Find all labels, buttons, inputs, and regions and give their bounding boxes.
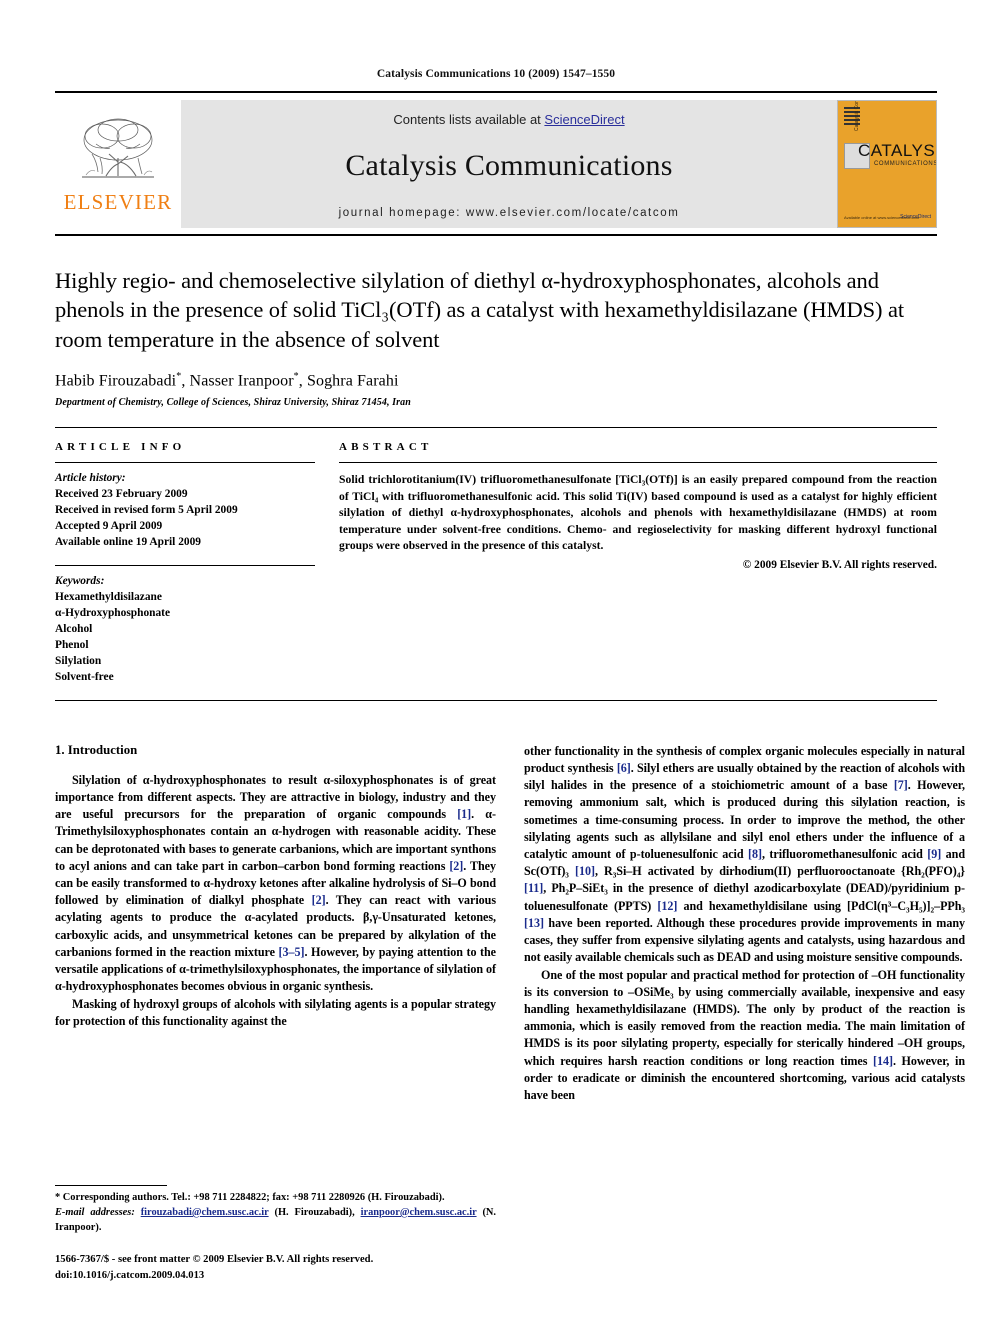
cover-vertical-text: Catalysis Communications [854,100,860,131]
footnote-rule [55,1184,167,1186]
history-item: Available online 19 April 2009 [55,535,201,548]
page-title: Highly regio- and chemoselective silylat… [55,268,904,352]
title-block: Highly regio- and chemoselective silylat… [55,236,937,408]
journal-band: Contents lists available at ScienceDirec… [181,100,837,228]
email-link-firouzabadi[interactable]: firouzabadi@chem.susc.ac.ir [141,1207,269,1218]
corresponding-author-note: * Corresponding authors. Tel.: +98 711 2… [55,1191,445,1203]
paragraph: other functionality in the synthesis of … [524,743,965,965]
section-heading-introduction: 1. Introduction [55,742,138,757]
history-item: Received 23 February 2009 [55,488,188,501]
imprint-block: 1566-7367/$ - see front matter © 2009 El… [55,1252,496,1283]
article-info-rule [55,462,315,464]
journal-homepage[interactable]: journal homepage: www.elsevier.com/locat… [339,207,680,219]
journal-masthead: ELSEVIER Contents lists available at Sci… [55,100,937,228]
cover-sub-title: COMMUNICATIONS [874,161,937,167]
email-note: E-mail addresses: firouzabadi@chem.susc.… [55,1206,496,1236]
article-history-label: Article history: [55,472,126,485]
journal-title: Catalysis Communications [345,149,673,182]
header-rule [55,91,937,93]
keywords-rule [55,564,315,566]
history-item: Accepted 9 April 2009 [55,519,163,532]
keyword-item: Silylation [55,654,102,667]
paragraph: Silylation of α-hydroxyphosphonates to r… [55,772,496,994]
cover-sciencedirect-mark: ScienceDirect [900,213,931,220]
history-item: Received in revised form 5 April 2009 [55,504,238,517]
affiliation: Department of Chemistry, College of Scie… [55,397,411,409]
journal-cover-thumbnail[interactable]: Catalysis Communications CATALYSIS COMMU… [837,100,937,228]
email-owner-1: (H. Firouzabadi), [274,1206,355,1218]
paragraph: Masking of hydroxyl groups of alcohols w… [55,996,496,1028]
info-abstract-row: ARTICLE INFO Article history: Received 2… [55,428,937,686]
email-link-iranpoor[interactable]: iranpoor@chem.susc.ac.ir [361,1207,477,1218]
abstract-rule [339,462,937,464]
keyword-item: α-Hydroxyphosphonate [55,606,171,619]
elsevier-wordmark: ELSEVIER [63,189,173,214]
keyword-item: Hexamethyldisilazane [55,590,162,603]
abstract-text: Solid trichlorotitanium(IV) trifluoromet… [339,473,937,553]
elsevier-logo: ELSEVIER [55,100,181,228]
contents-list-line: Contents lists available at ScienceDirec… [393,112,624,127]
footnote-block: * Corresponding authors. Tel.: +98 711 2… [55,1184,496,1283]
paragraph: One of the most popular and practical me… [524,967,965,1103]
article-info-heading: ARTICLE INFO [55,441,186,454]
body-right-column: other functionality in the synthesis of … [524,743,965,1105]
abstract-column: ABSTRACT Solid trichlorotitanium(IV) tri… [339,441,937,686]
article-history-block: Article history: Received 23 February 20… [55,471,315,551]
body-columns: 1. Introduction Silylation of α-hydroxyp… [55,701,965,1105]
author-list: Habib Firouzabadi*, Nasser Iranpoor*, So… [55,370,399,390]
doi-line: doi:10.1016/j.catcom.2009.04.013 [55,1269,205,1281]
cover-main-title: CATALYSIS [858,141,936,160]
keyword-item: Phenol [55,638,89,651]
body-left-column: 1. Introduction Silylation of α-hydroxyp… [55,743,496,1105]
email-addresses-label: E-mail addresses: [55,1206,135,1218]
keywords-block: Keywords: Hexamethyldisilazane α-Hydroxy… [55,574,315,686]
elsevier-tree-icon [82,118,154,177]
cover-artwork: Catalysis Communications CATALYSIS COMMU… [838,101,936,227]
abstract-heading: ABSTRACT [339,441,433,454]
abstract-copyright: © 2009 Elsevier B.V. All rights reserved… [742,558,937,571]
keywords-label: Keywords: [55,574,105,587]
contents-prefix: Contents lists available at [393,112,545,127]
paper-page: Catalysis Communications 10 (2009) 1547–… [0,0,992,1323]
keyword-item: Solvent-free [55,670,114,683]
article-info-column: ARTICLE INFO Article history: Received 2… [55,441,315,686]
issn-frontmatter-line: 1566-7367/$ - see front matter © 2009 El… [55,1254,374,1266]
running-head: Catalysis Communications 10 (2009) 1547–… [376,68,616,80]
sciencedirect-link[interactable]: ScienceDirect [544,112,624,127]
keyword-item: Alcohol [55,622,93,635]
